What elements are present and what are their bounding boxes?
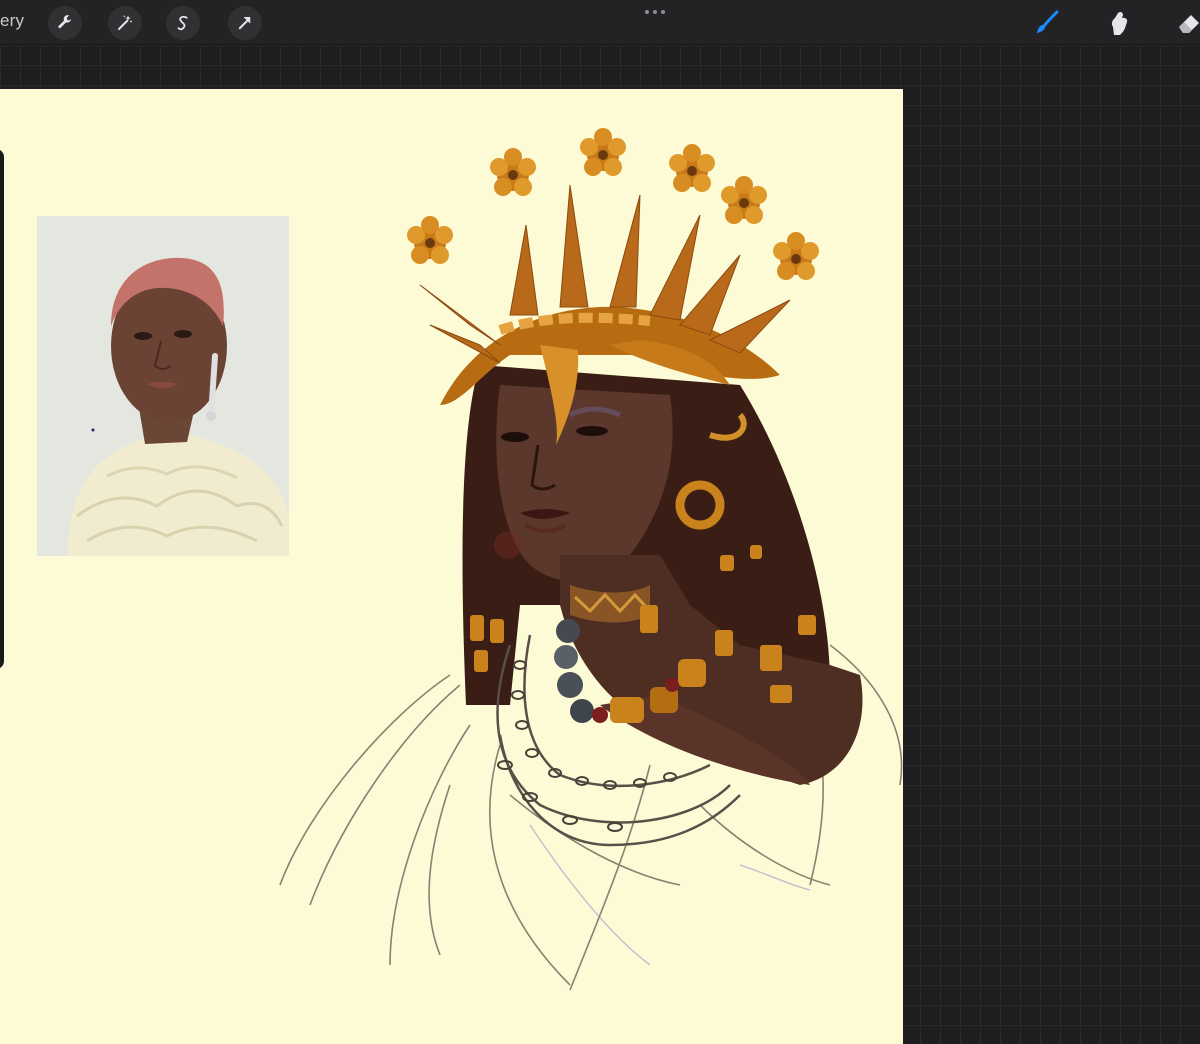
brush-icon xyxy=(1037,10,1059,33)
top-toolbar: ery xyxy=(0,0,1200,45)
ellipsis-icon xyxy=(653,10,657,14)
procreate-app: ery xyxy=(0,0,1200,1044)
brush-tool-button[interactable] xyxy=(1030,6,1064,40)
crowned-portrait-painting xyxy=(279,128,903,991)
magic-wand-icon xyxy=(118,15,132,30)
drawing-canvas[interactable] xyxy=(0,89,903,1044)
smudge-finger-icon xyxy=(1111,11,1128,35)
selection-button[interactable] xyxy=(166,6,200,40)
sidebar-handle[interactable] xyxy=(0,149,4,669)
adjustments-button[interactable] xyxy=(108,6,142,40)
reference-portrait xyxy=(37,216,289,556)
ellipsis-icon xyxy=(645,10,649,14)
actions-button[interactable] xyxy=(48,6,82,40)
reference-image[interactable] xyxy=(37,216,289,556)
gallery-button[interactable]: ery xyxy=(0,11,24,31)
transform-button[interactable] xyxy=(228,6,262,40)
ellipsis-icon xyxy=(661,10,665,14)
more-options-button[interactable] xyxy=(640,4,670,20)
smudge-tool-button[interactable] xyxy=(1102,6,1136,40)
eraser-icon xyxy=(1179,15,1199,33)
wrench-icon xyxy=(58,15,71,29)
arrow-cursor-icon xyxy=(238,17,251,30)
eraser-tool-button[interactable] xyxy=(1172,6,1200,40)
selection-s-icon xyxy=(177,15,188,31)
portrait-artwork xyxy=(270,89,903,995)
